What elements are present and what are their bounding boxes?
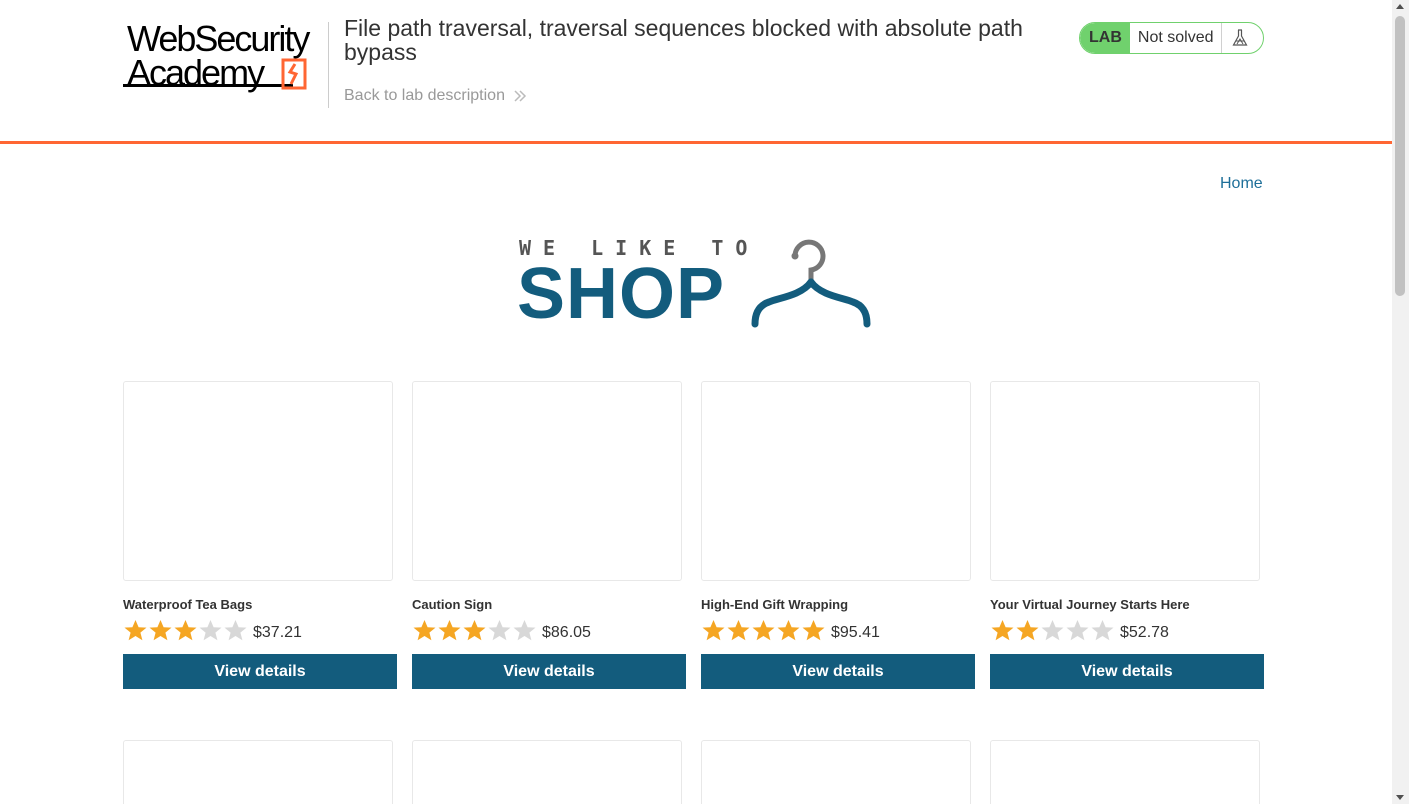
- back-link-label: Back to lab description: [344, 87, 505, 104]
- hero-title: SHOP: [517, 254, 726, 334]
- view-details-button[interactable]: View details: [990, 654, 1264, 689]
- we-like-to-shop-banner: WE LIKE TO SHOP: [517, 236, 877, 334]
- rating-row: $52.78: [990, 618, 1264, 642]
- home-link[interactable]: Home: [1220, 175, 1263, 193]
- scrollbar-thumb[interactable]: [1395, 16, 1405, 296]
- star-empty-icon: [224, 620, 247, 641]
- product-image[interactable]: [123, 740, 393, 804]
- product-image[interactable]: [701, 381, 971, 581]
- star-empty-icon: [1066, 620, 1089, 641]
- star-empty-icon: [1091, 620, 1114, 641]
- star-filled-icon: [124, 620, 147, 641]
- hanger-icon: [751, 239, 871, 328]
- scroll-down-arrow-icon[interactable]: [1396, 795, 1404, 800]
- product-name: High-End Gift Wrapping: [701, 597, 849, 612]
- flask-icon: [1222, 29, 1258, 47]
- star-rating: [123, 619, 248, 641]
- lab-badge: LAB: [1080, 23, 1130, 53]
- product-name: Caution Sign: [412, 597, 493, 612]
- vertical-scrollbar[interactable]: [1392, 0, 1409, 804]
- product-price: $37.21: [253, 624, 302, 641]
- product-price: $86.05: [542, 624, 591, 641]
- product-image[interactable]: [990, 740, 1260, 804]
- product-card: Your Virtual Journey Starts Here $52.78 Vi…: [990, 381, 1264, 689]
- product-price: $95.41: [831, 624, 880, 641]
- product-card: Waterproof Tea Bags $37.21 View details: [123, 381, 397, 689]
- star-filled-icon: [413, 620, 436, 641]
- star-empty-icon: [513, 620, 536, 641]
- star-empty-icon: [488, 620, 511, 641]
- star-rating: [412, 619, 537, 641]
- star-filled-icon: [991, 620, 1014, 641]
- star-filled-icon: [702, 620, 725, 641]
- product-image[interactable]: [412, 381, 682, 581]
- product-image[interactable]: [990, 381, 1260, 581]
- logo-line1: WebSecurity: [127, 18, 310, 59]
- star-filled-icon: [752, 620, 775, 641]
- site-header: WebSecurity Academy File path traversal,…: [0, 0, 1392, 144]
- lab-status-widget: LAB Not solved: [1079, 22, 1264, 54]
- product-price: $52.78: [1120, 624, 1169, 641]
- star-filled-icon: [802, 620, 825, 641]
- view-details-button[interactable]: View details: [123, 654, 397, 689]
- view-details-button[interactable]: View details: [701, 654, 975, 689]
- view-details-button[interactable]: View details: [412, 654, 686, 689]
- double-chevron-right-icon: [514, 90, 527, 102]
- rating-row: $86.05: [412, 618, 686, 642]
- product-card: Caution Sign $86.05 View details: [412, 381, 686, 689]
- star-filled-icon: [174, 620, 197, 641]
- star-filled-icon: [1016, 620, 1039, 641]
- back-to-lab-description-link[interactable]: Back to lab description: [344, 87, 527, 105]
- product-name: Waterproof Tea Bags: [123, 597, 253, 612]
- star-filled-icon: [438, 620, 461, 641]
- rating-row: $95.41: [701, 618, 975, 642]
- scroll-up-arrow-icon[interactable]: [1396, 4, 1404, 9]
- product-name: Your Virtual Journey Starts Here: [990, 597, 1190, 612]
- star-rating: [990, 619, 1115, 641]
- lab-status-text: Not solved: [1137, 29, 1214, 46]
- product-image[interactable]: [123, 381, 393, 581]
- product-card: High-End Gift Wrapping $95.41 View details: [701, 381, 975, 689]
- web-security-academy-logo[interactable]: WebSecurity Academy: [123, 18, 328, 92]
- logo-spark-icon: [281, 58, 307, 90]
- star-rating: [701, 619, 826, 641]
- logo-underline: [123, 84, 293, 87]
- star-filled-icon: [149, 620, 172, 641]
- rating-row: $37.21: [123, 618, 397, 642]
- product-image[interactable]: [412, 740, 682, 804]
- star-empty-icon: [1041, 620, 1064, 641]
- star-filled-icon: [727, 620, 750, 641]
- star-filled-icon: [463, 620, 486, 641]
- star-empty-icon: [199, 620, 222, 641]
- star-filled-icon: [777, 620, 800, 641]
- product-image[interactable]: [701, 740, 971, 804]
- header-divider: [328, 22, 329, 108]
- lab-title: File path traversal, traversal sequences…: [344, 15, 1023, 65]
